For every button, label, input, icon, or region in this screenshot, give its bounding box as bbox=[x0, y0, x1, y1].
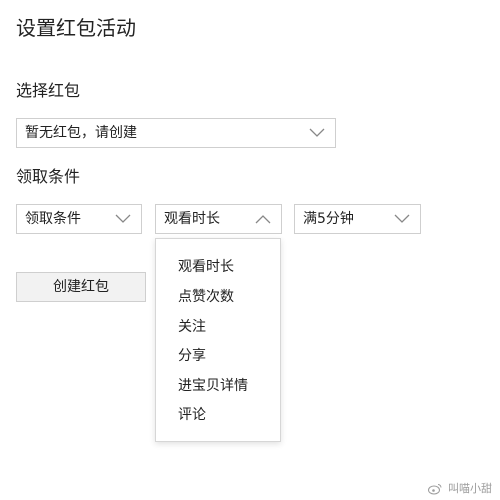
chevron-up-icon bbox=[255, 215, 271, 224]
red-packet-select-value: 暂无红包，请创建 bbox=[25, 125, 137, 141]
weibo-logo-icon bbox=[427, 484, 441, 495]
menu-item-follow[interactable]: 关注 bbox=[178, 317, 206, 337]
menu-item-like-count[interactable]: 点赞次数 bbox=[178, 287, 234, 307]
conditions-label: 领取条件 bbox=[16, 167, 81, 186]
duration-select[interactable]: 满5分钟 bbox=[294, 204, 421, 234]
condition-type-dropdown-menu: 观看时长 点赞次数 关注 分享 进宝贝详情 评论 bbox=[155, 238, 281, 442]
condition-select-value: 领取条件 bbox=[25, 211, 81, 227]
menu-item-watch-duration[interactable]: 观看时长 bbox=[178, 257, 234, 277]
chevron-down-icon bbox=[309, 128, 325, 137]
condition-type-select[interactable]: 观看时长 bbox=[155, 204, 282, 234]
menu-item-comment[interactable]: 评论 bbox=[178, 405, 206, 425]
chevron-down-icon bbox=[115, 214, 131, 223]
chevron-down-icon bbox=[394, 214, 410, 223]
condition-select[interactable]: 领取条件 bbox=[16, 204, 142, 234]
watermark-text: 叫喵小甜 bbox=[448, 482, 492, 495]
select-red-packet-label: 选择红包 bbox=[16, 81, 81, 100]
menu-item-view-product-details[interactable]: 进宝贝详情 bbox=[178, 376, 248, 396]
create-red-packet-button[interactable]: 创建红包 bbox=[16, 272, 146, 302]
page-title: 设置红包活动 bbox=[16, 16, 136, 40]
red-packet-select[interactable]: 暂无红包，请创建 bbox=[16, 118, 336, 148]
watermark: 叫喵小甜 bbox=[427, 480, 492, 496]
duration-select-value: 满5分钟 bbox=[303, 211, 354, 227]
condition-type-select-value: 观看时长 bbox=[164, 211, 220, 227]
menu-item-share[interactable]: 分享 bbox=[178, 346, 206, 366]
